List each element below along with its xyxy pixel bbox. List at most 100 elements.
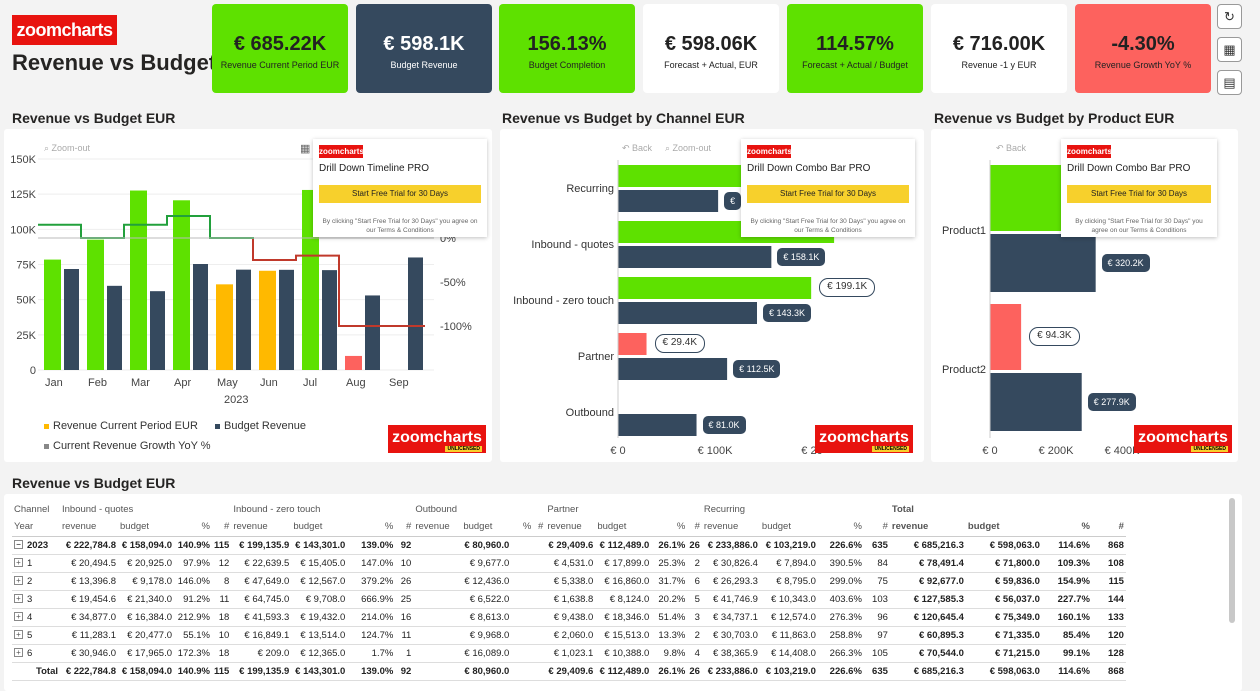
column-header[interactable]: budget	[461, 518, 512, 537]
table-row[interactable]: +3 € 19,454.6 € 21,340.0 91.2% 11 € 64,745.0 €…	[12, 590, 1126, 609]
table-cell: 25.3%	[651, 554, 688, 573]
revenue-bar	[618, 277, 812, 299]
budget-bar	[236, 269, 251, 370]
column-header[interactable]: revenue	[889, 518, 966, 537]
table-cell: 172.3%	[174, 644, 212, 663]
table-cell: € 9,178.0	[118, 572, 174, 591]
column-header[interactable]: revenue	[701, 518, 760, 537]
revenue-value-label: € 199.1K	[819, 278, 876, 297]
legend-item[interactable]: Revenue Current Period EUR	[44, 420, 198, 432]
table-cell: € 1,023.1	[545, 644, 596, 663]
table-cell: € 71,215.0	[965, 644, 1042, 663]
table-cell: € 8,613.0	[461, 608, 512, 627]
table-cell: € 9,708.0	[291, 590, 348, 609]
start-trial-button[interactable]: Start Free Trial for 30 Days	[747, 185, 909, 203]
column-header[interactable]: %	[347, 518, 396, 537]
product-section-title: Revenue vs Budget by Product EUR	[934, 110, 1175, 126]
table-row[interactable]: +4 € 34,877.0 € 16,384.0 212.9% 18 € 41,593.3…	[12, 608, 1126, 627]
table-cell: € 64,745.0	[231, 590, 292, 609]
collapse-icon[interactable]: −	[14, 540, 23, 550]
column-header[interactable]: revenue	[231, 518, 292, 537]
column-header[interactable]: Year	[12, 518, 60, 537]
table-cell: 10	[395, 554, 414, 573]
column-header[interactable]: budget	[759, 518, 818, 537]
category-label: Product2	[942, 364, 986, 376]
column-header[interactable]: #	[533, 518, 546, 537]
legend-item[interactable]: Budget Revenue	[215, 420, 306, 432]
expand-icon[interactable]: +	[14, 576, 23, 586]
column-header[interactable]: budget	[291, 518, 348, 537]
column-header[interactable]: #	[1091, 518, 1126, 537]
timeline-section-title: Revenue vs Budget EUR	[12, 110, 176, 126]
unlicensed-label: UNLICENSED	[445, 446, 482, 452]
refresh-icon[interactable]: ↻	[1217, 4, 1242, 29]
table-row[interactable]: Total € 222,784.8 € 158,094.0 140.9% 115 € 19…	[12, 662, 1126, 681]
expand-icon[interactable]: +	[14, 594, 23, 604]
table-cell: € 71,335.0	[965, 626, 1042, 645]
column-header[interactable]: %	[1041, 518, 1092, 537]
table-cell	[511, 608, 534, 627]
y-tick-label: 125K	[10, 189, 36, 201]
promo-product-name: Drill Down Combo Bar PRO	[1067, 163, 1191, 174]
table-cell: € 685,216.3	[889, 662, 966, 681]
table-cell: 266.3%	[817, 644, 864, 663]
unlicensed-badge: zoomcharts UNLICENSED	[388, 425, 486, 453]
column-header[interactable]: revenue	[413, 518, 462, 537]
column-header[interactable]: budget	[118, 518, 174, 537]
table-cell: 139.0%	[347, 536, 396, 555]
column-header[interactable]: #	[395, 518, 414, 537]
column-header[interactable]: %	[651, 518, 688, 537]
table-row[interactable]: +2 € 13,396.8 € 9,178.0 146.0% 8 € 47,649.0 € …	[12, 572, 1126, 591]
table-cell: € 12,365.0	[291, 644, 348, 663]
table-cell	[511, 590, 534, 609]
column-header[interactable]: #	[212, 518, 232, 537]
column-header[interactable]: revenue	[60, 518, 118, 537]
budget-value-label: € 112.5K	[733, 360, 781, 378]
row-label: 2023	[27, 539, 49, 551]
column-header[interactable]: revenue	[545, 518, 596, 537]
table-cell: € 9,968.0	[461, 626, 512, 645]
matrix-table: Channel Inbound - quotes Inbound - zero to…	[12, 500, 1126, 681]
column-header[interactable]: budget	[595, 518, 652, 537]
table-cell: 105	[863, 644, 890, 663]
promo-timeline: zoomcharts Drill Down Timeline PRO Start…	[313, 139, 487, 237]
table-cell: € 34,737.1	[701, 608, 760, 627]
category-label: Recurring	[566, 183, 614, 195]
column-header[interactable]: #	[863, 518, 890, 537]
group-header: Total	[891, 503, 914, 515]
table-cell: € 60,895.3	[889, 626, 966, 645]
expand-icon[interactable]: +	[14, 630, 23, 640]
budget-bar	[279, 269, 294, 370]
expand-icon[interactable]: +	[14, 648, 23, 658]
x-tick-label: Mar	[131, 377, 150, 389]
promo-notice: By clicking "Start Free Trial for 30 Day…	[750, 218, 906, 234]
table-row[interactable]: +1 € 20,494.5 € 20,925.0 97.9% 12 € 22,639.5 €…	[12, 554, 1126, 573]
legend-item[interactable]: Current Revenue Growth YoY %	[44, 440, 211, 452]
table-cell: +2	[12, 572, 60, 591]
column-header[interactable]: %	[511, 518, 534, 537]
column-header[interactable]: #	[687, 518, 702, 537]
table-row[interactable]: +5 € 11,283.1 € 20,477.0 55.1% 10 € 16,849.1 €…	[12, 626, 1126, 645]
column-header[interactable]: budget	[965, 518, 1042, 537]
table-cell: € 158,094.0	[118, 662, 174, 681]
x-axis-year-label: 2023	[224, 394, 248, 406]
x-tick-label: Jun	[260, 377, 278, 389]
table-cell: 212.9%	[174, 608, 212, 627]
start-trial-button[interactable]: Start Free Trial for 30 Days	[319, 185, 481, 203]
table-row[interactable]: +6 € 30,946.0 € 17,965.0 172.3% 18 € 209.0 € 1…	[12, 644, 1126, 663]
table-cell	[533, 644, 546, 663]
column-header[interactable]: %	[817, 518, 864, 537]
clipboard-icon[interactable]: ▤	[1217, 70, 1242, 95]
table-cell: € 120,645.4	[889, 608, 966, 627]
expand-icon[interactable]: +	[14, 558, 23, 568]
table-scrollbar[interactable]	[1229, 498, 1235, 623]
table-cell: € 19,432.0	[291, 608, 348, 627]
table-cell: € 9,677.0	[461, 554, 512, 573]
expand-icon[interactable]: +	[14, 612, 23, 622]
table-row[interactable]: −2023 € 222,784.8 € 158,094.0 140.9% 115 € 19…	[12, 536, 1126, 555]
calendar-icon[interactable]: ▦	[1217, 37, 1242, 62]
column-header[interactable]: %	[174, 518, 212, 537]
start-trial-button[interactable]: Start Free Trial for 30 Days	[1067, 185, 1211, 203]
table-cell: € 29,409.6	[545, 662, 596, 681]
table-cell: 26	[687, 536, 702, 555]
